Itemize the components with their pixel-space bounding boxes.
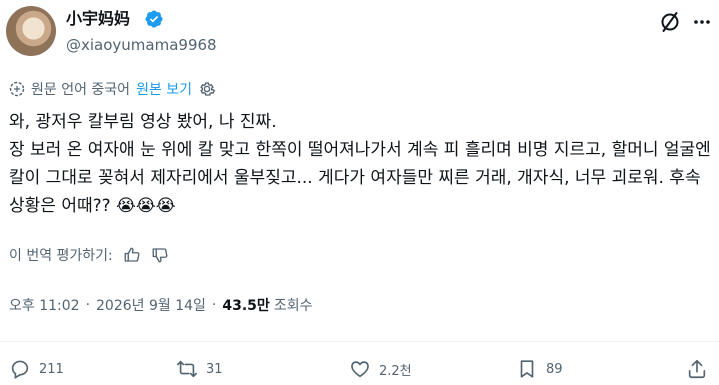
translate-icon <box>9 81 25 97</box>
thumbs-up-icon[interactable] <box>123 246 141 264</box>
bookmark-count: 89 <box>546 361 563 377</box>
share-button[interactable] <box>686 357 708 381</box>
translation-source-label: 원문 언어 중국어 <box>31 82 131 98</box>
share-icon <box>688 359 706 379</box>
separator-dot: · <box>211 297 217 313</box>
avatar[interactable] <box>6 6 56 56</box>
view-count-label: 조회수 <box>273 298 313 314</box>
grok-icon[interactable] <box>658 10 682 34</box>
reply-count: 211 <box>39 361 64 377</box>
settings-gear-icon[interactable] <box>198 80 216 98</box>
heart-icon <box>351 361 369 378</box>
thumbs-down-icon[interactable] <box>151 246 169 264</box>
rate-translation-label: 이 번역 평가하기: <box>9 248 113 264</box>
repost-button[interactable]: 31 <box>176 357 223 381</box>
user-handle[interactable]: @xiaoyumama9968 <box>66 35 217 55</box>
post-date[interactable]: 2026년 9월 14일 <box>96 295 206 315</box>
translation-bar: 원문 언어 중국어 원본 보기 <box>9 79 216 99</box>
post-time[interactable]: 오후 11:02 <box>9 295 80 315</box>
bookmark-button[interactable]: 89 <box>516 357 563 381</box>
tweet-metadata: 오후 11:02 · 2026년 9월 14일 · 43.5만 조회수 <box>9 293 312 317</box>
repost-icon <box>177 360 197 378</box>
more-options-icon[interactable] <box>692 10 712 34</box>
bookmark-icon <box>520 360 534 378</box>
repost-count: 31 <box>206 361 223 377</box>
separator-dot: · <box>85 297 91 313</box>
divider <box>0 341 719 342</box>
reply-button[interactable]: 211 <box>9 357 64 381</box>
rate-translation: 이 번역 평가하기: <box>9 243 169 267</box>
view-count: 43.5만 <box>222 298 270 314</box>
show-original-link[interactable]: 원본 보기 <box>136 79 192 99</box>
reply-icon <box>11 360 29 379</box>
display-name[interactable]: 小宇妈妈 <box>66 9 130 29</box>
verified-badge-icon <box>145 10 163 28</box>
like-button[interactable]: 2.2천 <box>349 357 412 381</box>
like-count: 2.2천 <box>379 363 412 379</box>
tweet-text: 와, 광저우 칼부림 영상 봤어, 나 진짜. 장 보러 온 여자애 눈 위에 … <box>9 112 711 216</box>
